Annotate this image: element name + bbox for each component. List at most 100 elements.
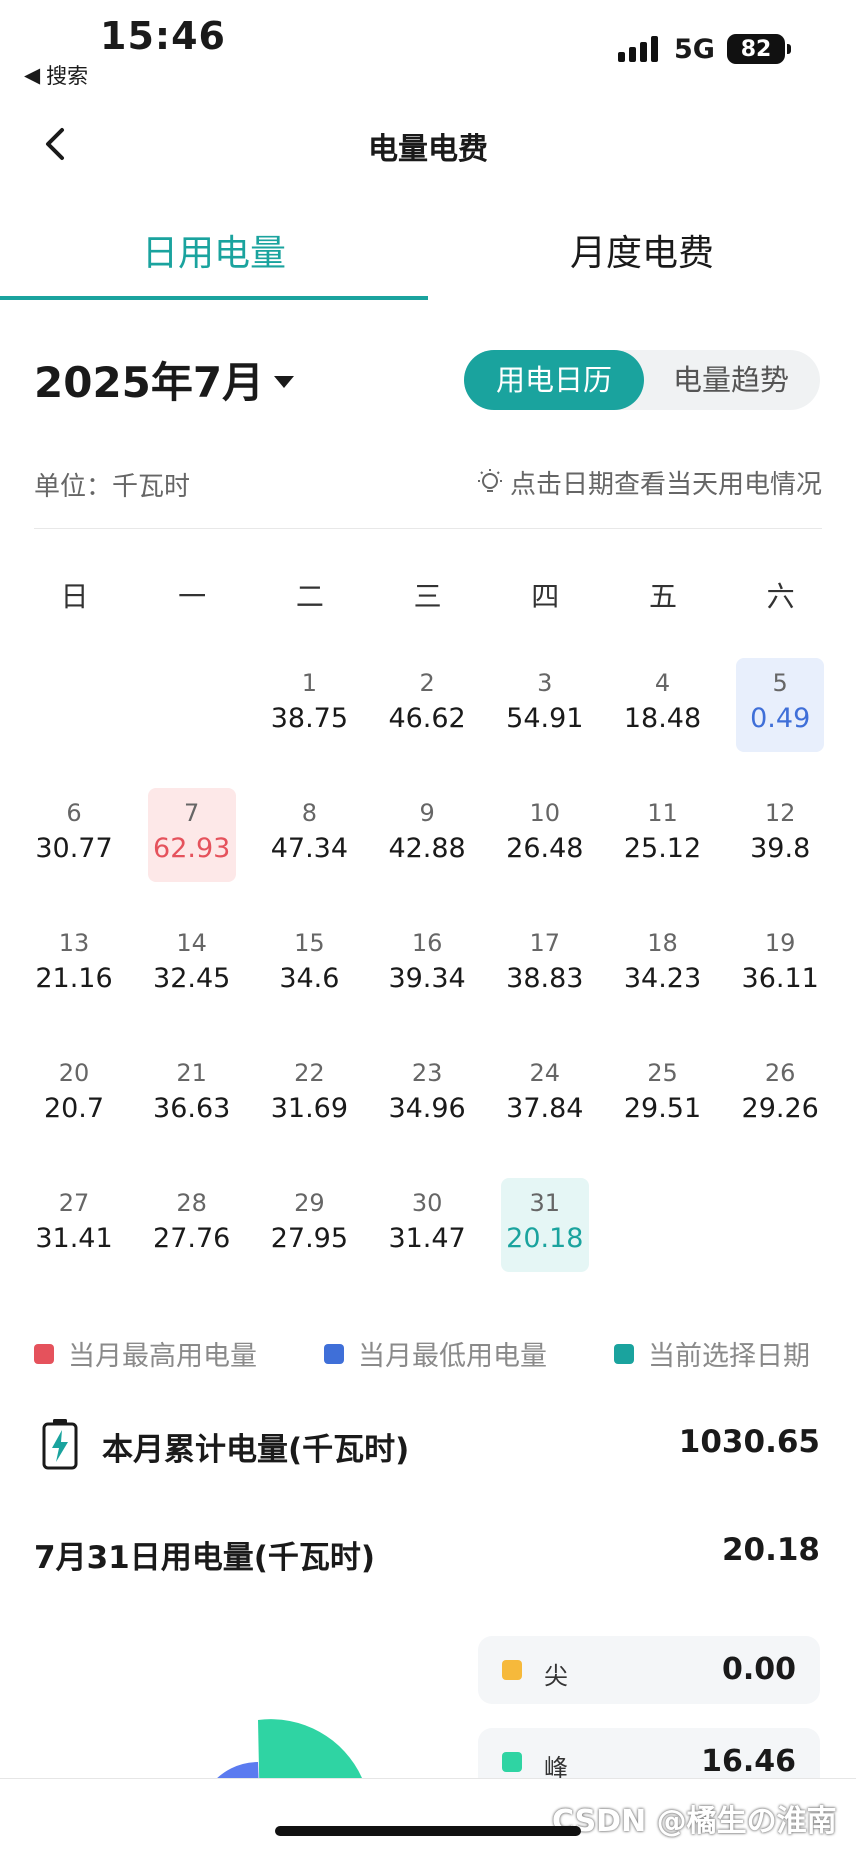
calendar-day-usage: 21.16 <box>35 963 113 994</box>
calendar-day[interactable]: 9 42.88 <box>383 788 471 882</box>
calendar-day-number: 28 <box>176 1189 207 1217</box>
calendar-day-number: 4 <box>654 669 671 697</box>
tou-sharp-value: 0.00 <box>721 1652 796 1687</box>
tou-sharp-swatch <box>502 1660 522 1680</box>
status-time: 15:46 <box>100 14 226 58</box>
calendar-day-number: 31 <box>529 1189 561 1217</box>
weekday-header: 日 <box>60 580 89 613</box>
calendar-day[interactable]: 24 37.84 <box>501 1048 589 1142</box>
calendar-day-usage: 31.41 <box>35 1223 113 1254</box>
lightbulb-icon <box>477 468 502 492</box>
calendar-day[interactable]: 14 32.45 <box>148 918 236 1012</box>
calendar-day[interactable]: 25 29.51 <box>619 1048 707 1142</box>
calendar-day-usage: 29.26 <box>741 1093 819 1124</box>
calendar-day-usage: 47.34 <box>270 833 349 864</box>
tou-sharp-name: 尖 <box>544 1662 568 1690</box>
calendar-day-usage: 31.47 <box>388 1223 466 1254</box>
home-indicator[interactable] <box>275 1826 581 1836</box>
calendar-day[interactable]: 13 21.16 <box>30 918 118 1012</box>
calendar-day[interactable]: 21 36.63 <box>148 1048 236 1142</box>
calendar-day-number: 7 <box>184 799 200 827</box>
calendar-day[interactable]: 19 36.11 <box>736 918 824 1012</box>
hint-text: 点击日期查看当天用电情况 <box>509 470 822 500</box>
calendar-day[interactable]: 2 46.62 <box>383 658 471 752</box>
calendar-day[interactable]: 5 0.49 <box>736 658 825 752</box>
legend-max-label: 当月最高用电量 <box>68 1341 257 1372</box>
calendar-day[interactable]: 22 31.69 <box>265 1048 353 1142</box>
signal-icon <box>618 36 658 62</box>
calendar-day[interactable]: 4 18.48 <box>619 658 707 752</box>
calendar-day-usage: 29.51 <box>623 1093 702 1124</box>
weekday-header: 六 <box>766 580 795 613</box>
calendar-day-number: 5 <box>772 669 788 697</box>
calendar-day[interactable]: 16 39.34 <box>383 918 471 1012</box>
calendar-day[interactable]: 30 31.47 <box>383 1178 471 1272</box>
calendar-day[interactable]: 3 54.91 <box>501 658 589 752</box>
calendar-day[interactable]: 18 34.23 <box>619 918 707 1012</box>
calendar-day-number: 6 <box>66 799 82 827</box>
legend-min-swatch <box>324 1343 344 1364</box>
calendar-day-usage: 30.77 <box>35 833 113 864</box>
calendar-day-number: 14 <box>176 929 207 957</box>
month-total-label: 本月累计电量(千瓦时) <box>102 1432 410 1468</box>
tab-monthly-bill[interactable]: 月度电费 <box>428 224 856 276</box>
day-usage-label: 7月31日用电量(千瓦时) <box>34 1540 376 1576</box>
calendar-day[interactable]: 10 26.48 <box>501 788 589 882</box>
legend-min-label: 当月最低用电量 <box>358 1341 547 1372</box>
calendar-day-usage: 37.84 <box>506 1093 584 1124</box>
calendar-day-number: 9 <box>419 799 435 827</box>
calendar-day-usage: 20.18 <box>506 1223 584 1254</box>
tab-daily-usage[interactable]: 日用电量 <box>0 224 428 276</box>
network-type: 5G <box>674 34 715 65</box>
battery-icon: 82 <box>727 34 791 64</box>
calendar-day[interactable]: 26 29.26 <box>736 1048 824 1142</box>
calendar-day-usage: 27.95 <box>270 1223 349 1254</box>
calendar-day[interactable]: 31 20.18 <box>500 1178 589 1272</box>
calendar-day-usage: 39.8 <box>750 833 811 864</box>
calendar-view-button[interactable]: 用电日历 <box>464 350 644 410</box>
watermark: CSDN @橘生の淮南 <box>552 1804 837 1839</box>
trend-view-button[interactable]: 电量趋势 <box>642 350 820 410</box>
calendar-day-usage: 39.34 <box>388 963 466 994</box>
calendar-day[interactable]: 12 39.8 <box>736 788 824 882</box>
calendar-day-usage: 62.93 <box>153 833 231 864</box>
calendar-day[interactable]: 27 31.41 <box>30 1178 118 1272</box>
calendar-day-number: 26 <box>764 1059 796 1087</box>
calendar-day[interactable]: 28 27.76 <box>148 1178 236 1272</box>
month-total-value: 1030.65 <box>678 1424 820 1460</box>
calendar-day-number: 11 <box>647 799 678 827</box>
tou-card-sharp: 尖 0.00 <box>478 1636 820 1704</box>
calendar-day[interactable]: 7 62.93 <box>147 788 236 882</box>
calendar-day-usage: 32.45 <box>153 963 231 994</box>
legend-max-swatch <box>34 1343 54 1364</box>
hint: 点击日期查看当天用电情况 <box>476 464 822 501</box>
calendar-day[interactable]: 23 34.96 <box>383 1048 471 1142</box>
calendar-day[interactable]: 8 47.34 <box>265 788 353 882</box>
calendar-day[interactable]: 11 25.12 <box>619 788 707 882</box>
calendar-day-number: 12 <box>764 799 796 827</box>
calendar-day-usage: 36.11 <box>741 963 819 994</box>
calendar-day-number: 24 <box>529 1059 561 1087</box>
back-to-app[interactable]: ◀ 搜索 <box>24 60 88 90</box>
calendar-day-number: 17 <box>529 929 561 957</box>
calendar-day-usage: 27.76 <box>153 1223 231 1254</box>
calendar-day-usage: 18.48 <box>623 703 702 734</box>
calendar-day[interactable]: 20 20.7 <box>30 1048 118 1142</box>
weekday-header: 三 <box>413 580 442 613</box>
legend-min: 当月最低用电量 <box>324 1334 547 1373</box>
calendar-day[interactable]: 29 27.95 <box>265 1178 353 1272</box>
calendar-day[interactable]: 6 30.77 <box>30 788 118 882</box>
calendar-day-number: 2 <box>419 669 435 697</box>
calendar-day-usage: 34.96 <box>388 1093 466 1124</box>
calendar-day[interactable]: 15 34.6 <box>265 918 353 1012</box>
calendar-day[interactable]: 1 38.75 <box>265 658 353 752</box>
calendar-day-usage: 36.63 <box>153 1093 231 1124</box>
calendar-day-usage: 20.7 <box>43 1093 105 1124</box>
back-app-label: 搜索 <box>46 64 89 88</box>
calendar-day-number: 10 <box>529 799 561 827</box>
month-picker[interactable]: 2025年7月 <box>34 349 295 410</box>
calendar-day[interactable]: 17 38.83 <box>501 918 589 1012</box>
calendar-day-usage: 38.83 <box>506 963 584 994</box>
legend-selected-swatch <box>614 1343 634 1364</box>
calendar-day-usage: 0.49 <box>750 703 811 734</box>
